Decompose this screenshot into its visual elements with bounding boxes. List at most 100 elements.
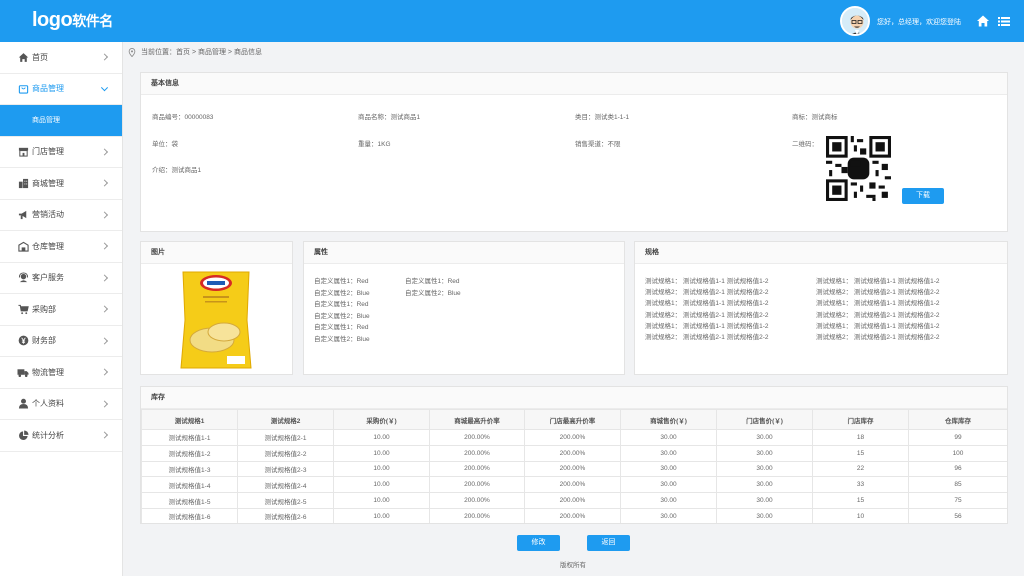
chevron-right-icon [100,211,109,219]
table-cell: 测试规格值2-2 [237,444,334,462]
sidebar-item-label: 仓库管理 [32,241,64,251]
customer-service-icon [17,272,29,284]
product-brand: 商标：测试商标 [792,114,838,121]
edit-button[interactable]: 修改 [517,535,560,551]
chevron-right-icon [100,179,109,187]
sidebar-item-mall-management[interactable]: 商城管理 [0,168,122,200]
table-cell: 测试规格值1-4 [141,476,238,494]
user-icon [17,398,29,410]
sidebar-item-purchasing[interactable]: 采购部 [0,294,122,326]
image-panel: 图片 [140,241,293,375]
chevron-right-icon [100,242,109,250]
table-cell: 75 [908,492,1007,509]
table-cell: 测试规格值1-5 [141,492,238,509]
table-cell: 200.00% [524,429,621,446]
sidebar-item-profile[interactable]: 个人资料 [0,389,122,420]
menu-list-icon[interactable] [997,14,1011,28]
table-cell: 测试规格值2-6 [237,507,334,523]
table-cell: 30.00 [620,492,717,509]
table-cell: 100 [908,444,1007,462]
table-cell: 测试规格值2-3 [237,460,334,478]
sidebar-item-customer-service[interactable]: 客户服务 [0,263,122,294]
chevron-right-icon [100,337,109,345]
table-cell: 200.00% [429,444,525,462]
attribute-item: 自定义属性2：Blue [314,312,370,320]
sidebar-item-label: 采购部 [32,304,56,314]
attribute-item: 自定义属性2：Blue [405,289,461,297]
table-cell: 测试规格值2-4 [237,476,334,494]
panel-title: 图片 [141,242,292,264]
avatar[interactable] [840,6,870,36]
column-header: 测试规格1 [141,409,238,430]
chevron-down-icon [100,83,109,92]
table-cell: 测试规格值2-5 [237,492,334,509]
stock-panel: 库存 测试规格1 测试规格2 采购价(￥) 商城最高升价率 门店最高升价率 商城… [140,386,1008,524]
table-cell: 30.00 [620,476,717,494]
sidebar-item-label: 财务部 [32,336,56,346]
app-logo[interactable]: logo软件名 [32,9,113,32]
greeting-text: 您好，总经理，欢迎您登陆 [877,19,961,26]
chevron-right-icon [100,305,109,313]
attribute-item: 自定义属性1：Red [314,278,369,285]
attribute-item: 自定义属性2：Blue [314,335,370,343]
sidebar-item-label: 门店管理 [32,147,64,157]
sidebar-item-statistics[interactable]: 统计分析 [0,420,122,452]
chevron-right-icon [100,53,109,61]
column-header: 门店库存 [812,409,909,430]
table-cell: 15 [812,444,909,462]
table-cell: 56 [908,507,1007,523]
copyright-text: 版权所有 [560,562,586,569]
top-header: logo软件名 您好，总经理，欢迎您登陆 [0,0,1024,42]
table-cell: 30.00 [716,492,813,509]
table-cell: 96 [908,460,1007,478]
column-header: 仓库库存 [908,409,1007,430]
table-row: 测试规格值1-4 测试规格值2-4 10.00 200.00% 200.00% 30.00… [141,476,1007,494]
column-header: 商城最高升价率 [429,409,525,430]
sidebar-item-store-management[interactable]: 门店管理 [0,137,122,168]
attribute-item: 自定义属性1：Red [314,324,369,331]
qrcode-image [826,136,891,201]
column-header: 采购价(￥) [333,409,430,430]
shopping-bag-icon [17,83,29,95]
sidebar-item-product-management[interactable]: 商品管理 [0,74,122,105]
sidebar-item-label: 商城管理 [32,178,64,188]
table-row: 测试规格值1-5 测试规格值2-5 10.00 200.00% 200.00% 30.00… [141,492,1007,509]
qrcode-label: 二维码： [792,141,818,148]
pie-chart-icon [17,429,29,441]
store-icon [17,146,29,158]
product-name: 商品名称：测试商品1 [358,114,421,121]
table-row: 测试规格值1-1 测试规格值2-1 10.00 200.00% 200.00% 30.00… [141,429,1007,446]
sidebar-item-marketing[interactable]: 营销活动 [0,200,122,231]
product-unit: 单位：袋 [152,141,178,148]
sidebar-item-label: 个人资料 [32,399,64,409]
sidebar-item-label: 客户服务 [32,273,64,283]
avatar-illustration [842,8,868,34]
spec-item: 测试规格1： 测试规格值1-1 测试规格值1-2 [816,322,940,330]
table-cell: 测试规格值1-2 [141,444,238,462]
sidebar-item-label: 商品管理 [32,84,64,94]
sidebar-item-home[interactable]: 首页 [0,42,122,74]
panel-title: 基本信息 [141,73,1007,95]
table-cell: 测试规格值2-1 [237,429,334,446]
sidebar-subitem-product-management[interactable]: 商品管理 [0,105,122,137]
table-cell: 10 [812,507,909,523]
table-cell: 10.00 [333,460,430,478]
table-cell: 测试规格值1-3 [141,460,238,478]
chevron-right-icon [100,274,109,282]
spec-item: 测试规格1： 测试规格值1-1 测试规格值1-2 [645,322,769,330]
attributes-panel: 属性 自定义属性1：Red 自定义属性2：Blue 自定义属性1：Red 自定义… [303,241,625,375]
table-cell: 30.00 [716,507,813,523]
sidebar-item-finance[interactable]: 财务部 [0,326,122,357]
sidebar-item-warehouse[interactable]: 仓库管理 [0,231,122,263]
home-icon[interactable] [976,14,990,28]
home-icon [17,51,29,63]
table-cell: 30.00 [620,460,717,478]
download-button[interactable]: 下载 [902,188,944,204]
back-button[interactable]: 返回 [587,535,630,551]
chevron-right-icon [100,148,109,156]
breadcrumb: 当前位置：首页 > 商品管理 > 商品信息 [128,47,262,57]
column-header: 门店售价(￥) [716,409,813,430]
megaphone-icon [17,209,29,221]
spec-item: 测试规格2： 测试规格值2-1 测试规格值2-2 [816,311,940,319]
sidebar-item-logistics[interactable]: 物流管理 [0,357,122,389]
